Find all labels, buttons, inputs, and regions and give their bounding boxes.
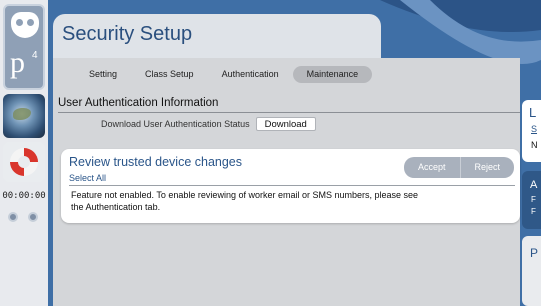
review-message: Feature not enabled. To enable reviewing… xyxy=(71,190,419,212)
app-logo-tile[interactable]: p 4 xyxy=(3,4,45,90)
select-all-link[interactable]: Select All xyxy=(69,173,106,183)
section-title: User Authentication Information xyxy=(58,97,219,109)
header-card: Security Setup xyxy=(53,14,381,62)
accept-button[interactable]: Accept xyxy=(404,157,461,178)
review-divider xyxy=(69,185,515,186)
review-title: Review trusted device changes xyxy=(69,155,243,169)
logo-superscript: 4 xyxy=(32,50,38,61)
reject-button[interactable]: Reject xyxy=(460,157,515,178)
left-rail: p 4 00:00:00 xyxy=(0,0,48,306)
tab-bar: Setting Class Setup Authentication Maint… xyxy=(53,66,373,84)
right-panel-3[interactable]: P xyxy=(522,236,541,306)
page-title: Security Setup xyxy=(62,23,193,45)
download-row: Download User Authentication Status Down… xyxy=(101,117,316,131)
main-panel: Setting Class Setup Authentication Maint… xyxy=(53,58,520,306)
right-panel-1-text: N xyxy=(531,140,538,150)
right-panel-1[interactable]: L S N xyxy=(522,100,541,162)
globe-tile[interactable] xyxy=(3,94,45,138)
tab-authentication[interactable]: Authentication xyxy=(208,66,293,83)
session-timer: 00:00:00 xyxy=(2,191,46,201)
logo-text: p xyxy=(10,46,25,79)
right-panel-2-line2: F xyxy=(531,207,536,216)
review-card: Review trusted device changes Select All… xyxy=(61,149,520,223)
right-panel-1-title: L xyxy=(529,105,537,120)
right-panel-2-line1: F xyxy=(531,195,536,204)
tab-setting[interactable]: Setting xyxy=(75,66,131,83)
globe-icon xyxy=(13,108,31,120)
tab-class-setup[interactable]: Class Setup xyxy=(131,66,208,83)
tab-maintenance[interactable]: Maintenance xyxy=(292,66,373,83)
review-button-group: Accept Reject xyxy=(404,157,515,178)
help-tile[interactable] xyxy=(3,142,45,182)
life-buoy-icon xyxy=(10,148,38,176)
owl-logo-icon xyxy=(11,12,39,38)
rail-dots xyxy=(8,212,38,222)
download-button[interactable]: Download xyxy=(255,117,316,131)
download-label: Download User Authentication Status xyxy=(101,119,250,129)
section-divider xyxy=(58,112,520,113)
right-panel-3-title: P xyxy=(530,246,539,260)
right-panel-2[interactable]: A F F xyxy=(522,171,541,229)
rail-dot-1[interactable] xyxy=(8,212,18,222)
right-panel-2-title: A xyxy=(530,179,538,191)
rail-dot-2[interactable] xyxy=(28,212,38,222)
right-panel-1-link[interactable]: S xyxy=(531,124,537,134)
